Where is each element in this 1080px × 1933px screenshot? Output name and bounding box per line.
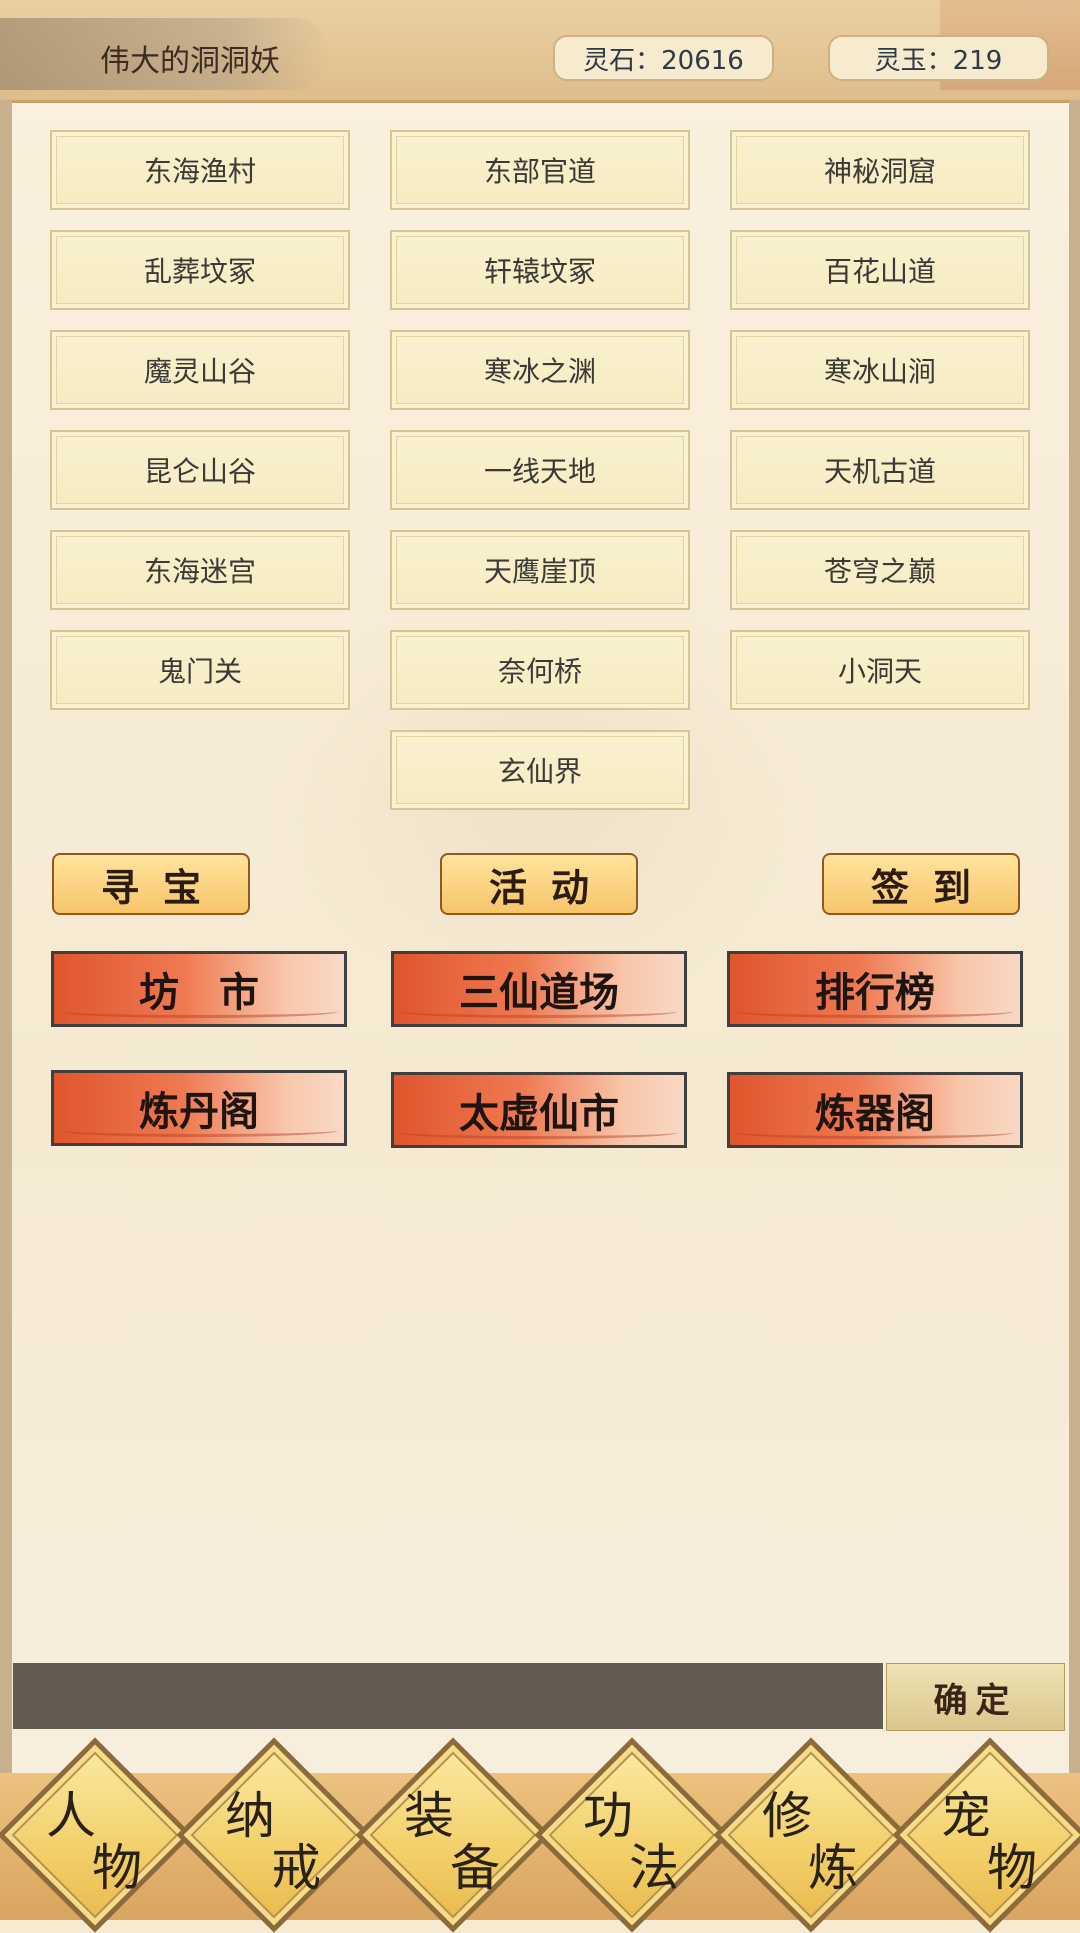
alchemy-pavilion-button[interactable]: 炼丹阁 [51, 1070, 347, 1146]
location-button[interactable]: 乱葬坟冢 [50, 230, 350, 310]
nav-storage-ring-button[interactable]: 纳 戒 [176, 1737, 372, 1933]
nav-char-2: 物 [987, 1839, 1037, 1897]
player-name: 伟大的洞洞妖 [100, 44, 280, 79]
location-button[interactable]: 百花山道 [730, 230, 1030, 310]
location-label: 昆仑山谷 [143, 455, 256, 488]
location-button[interactable]: 轩辕坟冢 [390, 230, 690, 310]
location-label: 一线天地 [483, 455, 596, 488]
nav-equipment-button[interactable]: 装 备 [355, 1737, 551, 1933]
location-button[interactable]: 寒冰山涧 [730, 330, 1030, 410]
location-label: 轩辕坟冢 [483, 255, 596, 288]
nav-skills-button[interactable]: 功 法 [534, 1737, 730, 1933]
market-button[interactable]: 坊 市 [51, 951, 347, 1027]
nav-char-2: 物 [92, 1839, 142, 1897]
forge-pavilion-button[interactable]: 炼器阁 [727, 1072, 1023, 1148]
location-label: 寒冰山涧 [823, 355, 936, 388]
location-label: 神秘洞窟 [823, 155, 936, 188]
location-label: 百花山道 [823, 255, 936, 288]
location-button[interactable]: 东海渔村 [50, 130, 350, 210]
nav-char-1: 修 [762, 1787, 812, 1845]
left-border [0, 100, 12, 1780]
location-button[interactable]: 鬼门关 [50, 630, 350, 710]
nav-cultivation-button[interactable]: 修 炼 [713, 1737, 909, 1933]
location-label: 苍穹之巅 [823, 555, 936, 588]
location-button[interactable]: 奈何桥 [390, 630, 690, 710]
location-button[interactable]: 魔灵山谷 [50, 330, 350, 410]
location-label: 奈何桥 [497, 655, 582, 688]
location-button[interactable]: 玄仙界 [390, 730, 690, 810]
confirm-button[interactable]: 确定 [886, 1663, 1065, 1731]
location-button[interactable]: 苍穹之巅 [730, 530, 1030, 610]
location-label: 魔灵山谷 [143, 355, 256, 388]
location-label: 乱葬坟冢 [143, 255, 256, 288]
taixu-market-button[interactable]: 太虚仙市 [391, 1072, 687, 1148]
location-button[interactable]: 一线天地 [390, 430, 690, 510]
location-label: 寒冰之渊 [483, 355, 596, 388]
nav-char-2: 备 [450, 1839, 500, 1897]
nav-char-1: 纳 [225, 1787, 275, 1845]
nav-char-1: 人 [46, 1787, 96, 1845]
location-button[interactable]: 天鹰崖顶 [390, 530, 690, 610]
nav-pet-button[interactable]: 宠 物 [892, 1737, 1080, 1933]
nav-char-1: 宠 [941, 1787, 991, 1845]
right-border [1069, 100, 1080, 1780]
location-button[interactable]: 昆仑山谷 [50, 430, 350, 510]
spirit-stone-counter: 灵石：20616 [553, 35, 774, 81]
location-button[interactable]: 天机古道 [730, 430, 1030, 510]
nav-char-1: 装 [404, 1787, 454, 1845]
nav-char-1: 功 [583, 1787, 633, 1845]
command-input[interactable] [13, 1663, 883, 1729]
top-header: 伟大的洞洞妖 灵石：20616 灵玉：219 [0, 0, 1080, 103]
spirit-jade-counter: 灵玉：219 [828, 35, 1049, 81]
checkin-button[interactable]: 签到 [822, 853, 1020, 915]
ranking-button[interactable]: 排行榜 [727, 951, 1023, 1027]
nav-char-2: 法 [629, 1839, 679, 1897]
three-immortals-label: 三仙道场 [459, 970, 619, 1016]
location-label: 小洞天 [837, 655, 922, 688]
market-label: 坊 市 [139, 970, 259, 1016]
location-button[interactable]: 小洞天 [730, 630, 1030, 710]
alchemy-label: 炼丹阁 [139, 1089, 259, 1135]
ranking-label: 排行榜 [815, 970, 935, 1016]
nav-char-2: 炼 [808, 1839, 858, 1897]
location-label: 东部官道 [483, 155, 596, 188]
location-label: 东海迷宫 [143, 555, 256, 588]
location-button[interactable]: 寒冰之渊 [390, 330, 690, 410]
three-immortals-dojo-button[interactable]: 三仙道场 [391, 951, 687, 1027]
location-button[interactable]: 东海迷宫 [50, 530, 350, 610]
location-label: 天机古道 [823, 455, 936, 488]
forge-label: 炼器阁 [815, 1091, 935, 1137]
taixu-market-label: 太虚仙市 [459, 1091, 619, 1137]
nav-character-button[interactable]: 人 物 [0, 1737, 193, 1933]
location-button[interactable]: 东部官道 [390, 130, 690, 210]
location-label: 东海渔村 [143, 155, 256, 188]
activity-button[interactable]: 活动 [440, 853, 638, 915]
nav-char-2: 戒 [271, 1839, 321, 1897]
treasure-hunt-button[interactable]: 寻宝 [52, 853, 250, 915]
location-label: 玄仙界 [497, 755, 582, 788]
location-label: 天鹰崖顶 [483, 555, 596, 588]
location-button[interactable]: 神秘洞窟 [730, 130, 1030, 210]
location-label: 鬼门关 [157, 655, 242, 688]
